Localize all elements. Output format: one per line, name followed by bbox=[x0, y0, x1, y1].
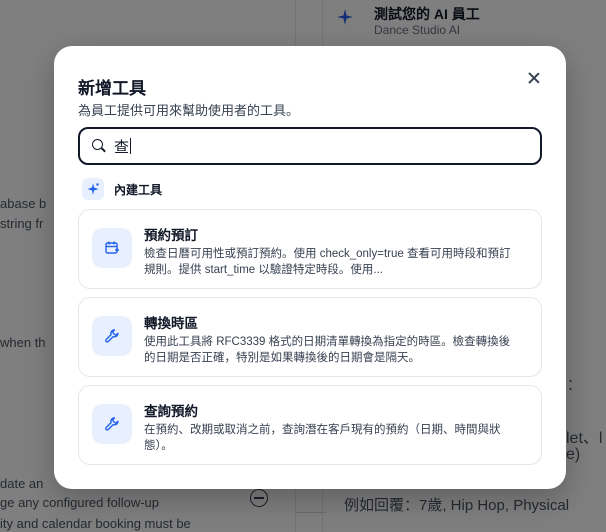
wrench-icon bbox=[92, 404, 132, 444]
dialog-subtitle: 為員工提供可用來幫助使用者的工具。 bbox=[78, 103, 300, 118]
search-input[interactable]: 查 bbox=[114, 136, 132, 157]
section-label: 內建工具 bbox=[114, 182, 163, 197]
tool-description: 檢查日曆可用性或預訂預約。使用 check_only=true 查看可用時段和預… bbox=[144, 248, 511, 276]
tool-description: 在預約、改期或取消之前，查詢潛在客戶現有的預約（日期、時間與狀態）。 bbox=[144, 424, 501, 452]
section-builtin-tools: 內建工具 bbox=[82, 178, 162, 200]
dialog-title: 新增工具 bbox=[78, 79, 146, 98]
search-value: 查 bbox=[114, 138, 130, 156]
close-icon[interactable] bbox=[524, 68, 544, 88]
calendar-plus-icon bbox=[92, 228, 132, 268]
sparkles-icon bbox=[82, 178, 104, 200]
tool-description: 使用此工具將 RFC3339 格式的日期清單轉換為指定的時區。檢查轉換後的日期是… bbox=[144, 336, 511, 364]
tool-item-lookup-appointment[interactable]: 查詢預約 在預約、改期或取消之前，查詢潛在客戶現有的預約（日期、時間與狀態）。 bbox=[78, 385, 542, 465]
tool-name: 預約預訂 bbox=[144, 228, 198, 243]
text-caret bbox=[130, 138, 132, 154]
tool-item-booking[interactable]: 預約預訂 檢查日曆可用性或預訂預約。使用 check_only=true 查看可… bbox=[78, 209, 542, 289]
search-field[interactable]: 查 bbox=[78, 127, 542, 165]
tool-name: 查詢預約 bbox=[144, 404, 198, 419]
tool-name: 轉換時區 bbox=[144, 316, 198, 331]
tool-item-timezone[interactable]: 轉換時區 使用此工具將 RFC3339 格式的日期清單轉換為指定的時區。檢查轉換… bbox=[78, 297, 542, 377]
search-icon bbox=[92, 139, 106, 153]
add-tool-dialog: 新增工具 為員工提供可用來幫助使用者的工具。 查 內建工具 預約預訂 檢查日曆可… bbox=[54, 46, 566, 489]
wrench-icon bbox=[92, 316, 132, 356]
